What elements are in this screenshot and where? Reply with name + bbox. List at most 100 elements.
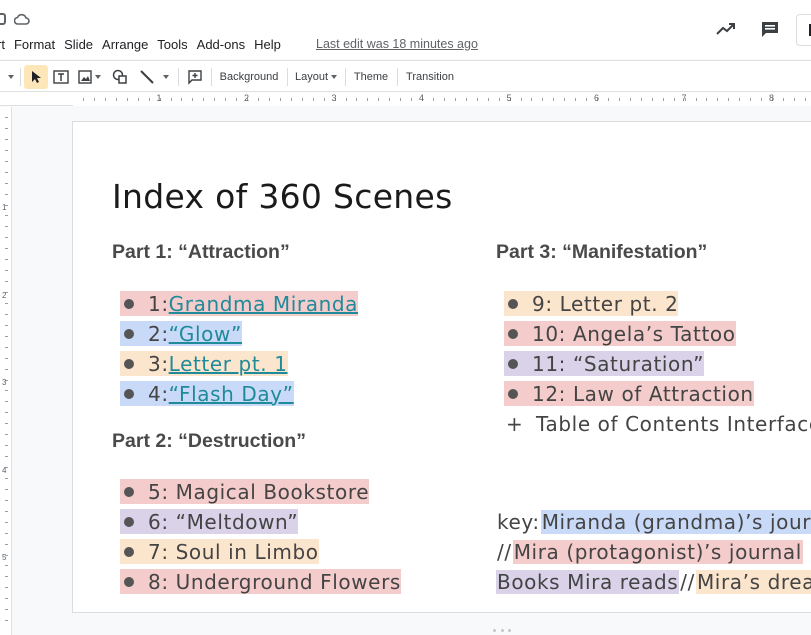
theme-button[interactable]: Theme (350, 65, 392, 89)
bullet (124, 388, 134, 399)
ruler-tick (5, 138, 8, 140)
ruler-tick (5, 160, 8, 162)
background-button[interactable]: Background (216, 65, 282, 89)
list-item: + Table of Contents Interface (500, 411, 811, 436)
ruler-tick (498, 98, 500, 101)
ruler-number: 7 (681, 93, 687, 103)
image-button[interactable] (74, 65, 104, 89)
cursor-icon (32, 71, 41, 83)
part2-heading[interactable]: Part 2: “Destruction” (112, 430, 306, 453)
comment-icon[interactable] (760, 20, 780, 38)
ruler-tick (214, 98, 216, 101)
ruler-tick (454, 98, 456, 101)
last-edit-link[interactable]: Last edit was 18 minutes ago (316, 37, 478, 51)
bullet (508, 358, 518, 369)
slide-title[interactable]: Index of 360 Scenes (112, 177, 453, 216)
item-number: 1: (148, 291, 169, 316)
menu-help[interactable]: Help (254, 37, 281, 52)
menu-format[interactable]: Format (14, 37, 55, 52)
toolbar-divider (20, 68, 21, 86)
item-text: 9: Letter pt. 2 (532, 291, 679, 316)
ruler-tick (268, 98, 270, 101)
menu-slide[interactable]: Slide (64, 37, 93, 52)
key-line-2: // Mira (protagonist)’s journal (496, 539, 803, 564)
ruler-tick (137, 98, 139, 101)
ruler-tick (400, 98, 402, 101)
present-button[interactable] (796, 14, 811, 46)
ruler-tick (290, 98, 292, 101)
line-button[interactable] (136, 65, 172, 89)
ruler-tick (367, 98, 369, 101)
ruler-tick (5, 149, 8, 151)
toolbar-divider (287, 68, 288, 86)
add-comment-button[interactable] (184, 65, 206, 89)
bullet (124, 358, 134, 369)
item-text: 7: Soul in Limbo (148, 539, 319, 564)
menu-tools[interactable]: Tools (157, 37, 187, 52)
ruler-tick (104, 98, 106, 101)
star-icon[interactable] (0, 13, 6, 25)
bullet (508, 298, 518, 309)
ruler-number: 4 (418, 93, 424, 103)
slide[interactable]: Index of 360 Scenes Part 1: “Attraction”… (72, 121, 811, 613)
ruler-tick (301, 98, 303, 101)
select-tool-button[interactable] (24, 65, 48, 89)
scene-link[interactable]: “Flash Day” (169, 382, 294, 406)
ruler-tick (5, 302, 8, 304)
scene-link[interactable]: “Glow” (169, 322, 242, 346)
shape-button[interactable] (108, 65, 132, 89)
item-text: 10: Angela’s Tattoo (532, 321, 736, 346)
top-bar: rt Format Slide Arrange Tools Add-ons He… (0, 0, 811, 59)
trend-icon[interactable] (716, 21, 736, 37)
ruler-tick (531, 98, 533, 101)
scene-link[interactable]: Grandma Miranda (169, 292, 358, 316)
part3-heading[interactable]: Part 3: “Manifestation” (496, 241, 707, 264)
ruler-tick (487, 98, 489, 101)
ruler-number: 3 (331, 93, 337, 103)
ruler-tick (126, 98, 128, 101)
ruler-tick (5, 412, 8, 414)
ruler-tick (5, 543, 8, 545)
layout-button[interactable]: Layout (292, 65, 340, 89)
ruler-tick (5, 117, 8, 118)
cloud-icon[interactable] (14, 13, 30, 25)
item-text: 8: Underground Flowers (148, 569, 401, 594)
scene-link[interactable]: Letter pt. 1 (169, 352, 288, 376)
menu-addons[interactable]: Add-ons (197, 37, 245, 52)
ruler-tick (170, 98, 172, 101)
zoom-dropdown[interactable] (2, 65, 16, 89)
transition-button[interactable]: Transition (402, 65, 458, 89)
bullet (508, 388, 518, 399)
vertical-ruler: 1 2 3 4 5 (0, 107, 12, 635)
ruler-tick (5, 609, 8, 611)
chevron-down-icon (94, 75, 101, 79)
image-icon (77, 70, 92, 84)
slides-app: rt Format Slide Arrange Tools Add-ons He… (0, 0, 811, 635)
ruler-tick (5, 598, 8, 600)
textbox-button[interactable] (50, 65, 72, 89)
key-line-1: key: Miranda (grandma)’s journal (496, 509, 811, 534)
ruler-page-area: 1 2 3 4 5 6 7 8 (73, 92, 811, 106)
ruler-tick (433, 98, 434, 101)
ruler-tick (793, 98, 795, 101)
item-text: 5: Magical Bookstore (148, 479, 370, 504)
speaker-notes-handle[interactable] (493, 629, 511, 633)
item-number: 2: (148, 321, 169, 346)
ruler-tick (5, 171, 8, 173)
part1-heading[interactable]: Part 1: “Attraction” (112, 241, 290, 264)
ruler-tick (181, 98, 183, 101)
menu-arrange[interactable]: Arrange (102, 37, 148, 52)
ruler-tick (5, 423, 8, 425)
ruler-tick (465, 98, 467, 101)
ruler-tick (5, 620, 8, 622)
ruler-number: 8 (768, 93, 774, 103)
ruler-tick (476, 98, 478, 101)
list-item: 11: “Saturation” (504, 351, 705, 376)
ruler-tick (203, 98, 205, 101)
ruler-tick (115, 98, 117, 101)
menu-insert[interactable]: rt (0, 37, 5, 52)
key-separator: // (680, 569, 695, 594)
ruler-tick (5, 313, 8, 315)
list-item: 8: Underground Flowers (120, 569, 401, 594)
ruler-tick (5, 434, 8, 436)
